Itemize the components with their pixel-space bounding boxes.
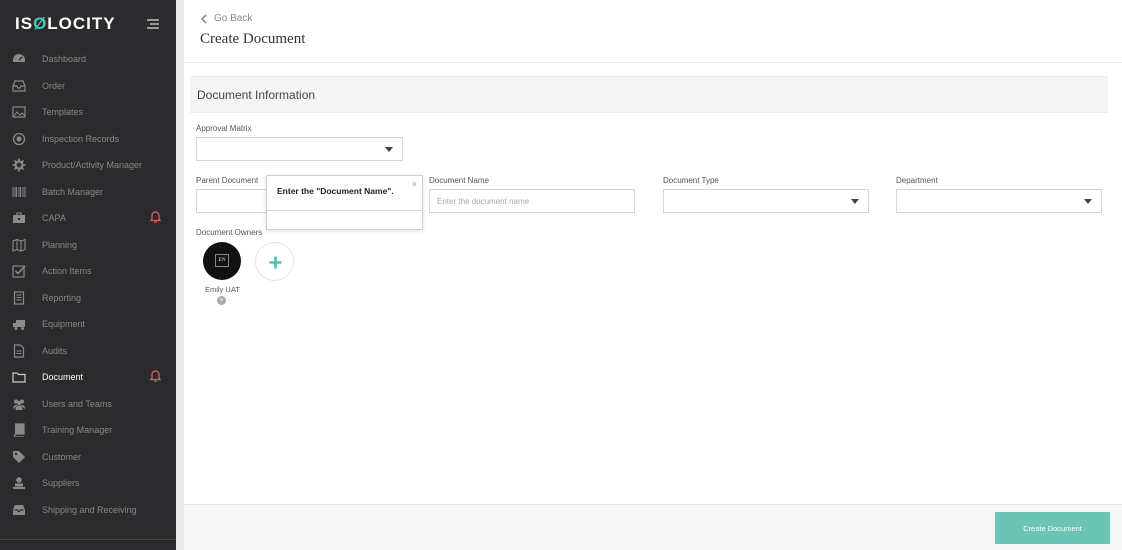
sidebar-item-audits[interactable]: Audits xyxy=(0,338,176,365)
caret-down-icon xyxy=(851,199,859,204)
approval-matrix-label: Approval Matrix xyxy=(196,124,252,133)
sidebar-item-label: Training Manager xyxy=(42,425,113,435)
tray-icon xyxy=(13,504,25,515)
section-header: Document Information xyxy=(190,76,1108,113)
caret-down-icon xyxy=(385,147,393,152)
target-icon xyxy=(12,132,26,145)
sidebar-item-planning[interactable]: Planning xyxy=(0,232,176,259)
tag-icon xyxy=(13,450,25,463)
image-icon xyxy=(12,106,26,118)
sidebar-item-dashboard[interactable]: Dashboard xyxy=(0,46,176,73)
barcode-icon xyxy=(12,186,26,197)
remove-owner-icon[interactable]: × xyxy=(217,296,226,305)
sidebar-item-training-manager[interactable]: Training Manager xyxy=(0,417,176,444)
sidebar-item-label: Inspection Records xyxy=(42,133,120,144)
approval-matrix-select[interactable] xyxy=(196,137,403,161)
validation-popover: Enter the "Document Name". × xyxy=(266,175,423,230)
sidebar-item-label: Product/Activity Manager xyxy=(42,160,143,170)
department-label: Department xyxy=(896,176,938,185)
page-header: Go Back Create Document xyxy=(184,0,1122,63)
sidebar-item-action-items[interactable]: Action Items xyxy=(0,258,176,285)
sidebar-item-label: Document xyxy=(42,372,84,382)
section-title: Document Information xyxy=(197,88,316,102)
validation-message: Enter the "Document Name". xyxy=(277,186,394,196)
document-type-label: Document Type xyxy=(663,176,719,185)
users-icon xyxy=(13,399,25,410)
logo-prefix: IS xyxy=(15,14,34,33)
bell-icon[interactable] xyxy=(150,370,161,382)
sidebar-item-label: Equipment xyxy=(42,319,86,329)
sidebar-item-inspection-records[interactable]: Inspection Records xyxy=(0,126,176,153)
document-type-select[interactable] xyxy=(663,189,869,213)
add-owner-button[interactable] xyxy=(255,242,294,281)
sidebar-item-label: Shipping and Receiving xyxy=(42,504,137,515)
bell-icon[interactable] xyxy=(150,211,161,223)
sidebar-item-equipment[interactable]: Equipment xyxy=(0,311,176,338)
go-back-link[interactable]: Go Back xyxy=(200,13,252,24)
sidebar-item-suppliers[interactable]: Suppliers xyxy=(0,470,176,497)
page-title: Create Document xyxy=(200,31,306,47)
menu-toggle-icon[interactable] xyxy=(147,19,159,29)
sidebar-item-label: Audits xyxy=(42,345,68,356)
owner-name: Emily UAT xyxy=(205,285,240,294)
logo-suffix: LOCITY xyxy=(47,14,116,33)
sidebar-item-label: Reporting xyxy=(42,292,82,303)
sidebar-nav: Dashboard Order Templates Inspection Rec… xyxy=(0,46,176,523)
create-document-button[interactable]: Create Document xyxy=(995,512,1110,544)
dashboard-icon xyxy=(13,54,25,62)
parent-document-select[interactable] xyxy=(196,189,268,213)
go-back-label: Go Back xyxy=(214,13,253,24)
sidebar-item-document[interactable]: Document xyxy=(0,364,176,391)
checkbox-icon xyxy=(12,265,26,278)
briefcase-icon xyxy=(13,212,25,223)
sidebar-item-templates[interactable]: Templates xyxy=(0,99,176,126)
sidebar-item-order[interactable]: Order xyxy=(0,73,176,100)
logo-accent: Ø xyxy=(33,14,48,33)
avatar[interactable]: EN xyxy=(203,242,241,280)
chevron-left-icon xyxy=(200,13,207,24)
sidebar-item-label: Order xyxy=(42,80,66,91)
sidebar-item-capa[interactable]: CAPA xyxy=(0,205,176,232)
sidebar-item-customer[interactable]: Customer xyxy=(0,444,176,471)
report-icon xyxy=(13,290,25,305)
layout-gutter xyxy=(176,0,184,550)
sidebar-item-users-and-teams[interactable]: Users and Teams xyxy=(0,391,176,418)
document-name-input[interactable] xyxy=(429,189,635,213)
document-owners-label: Document Owners xyxy=(196,228,263,237)
sidebar-item-label: Customer xyxy=(42,451,82,462)
sidebar-item-label: CAPA xyxy=(42,213,66,223)
sidebar-item-label: Suppliers xyxy=(42,478,80,488)
parent-document-label: Parent Document xyxy=(196,176,259,185)
sidebar-item-label: Action Items xyxy=(42,266,92,276)
brand-logo[interactable]: ISØLOCITY xyxy=(15,14,116,36)
document-name-label: Document Name xyxy=(429,176,490,185)
sidebar: ISØLOCITY Dashboard Order Templates Insp… xyxy=(0,0,176,550)
close-icon[interactable]: × xyxy=(412,179,417,189)
sidebar-item-label: Planning xyxy=(42,239,78,250)
plus-icon xyxy=(269,256,282,269)
department-select[interactable] xyxy=(896,189,1102,213)
supplier-icon xyxy=(13,477,25,489)
sidebar-item-batch-manager[interactable]: Batch Manager xyxy=(0,179,176,206)
avatar-initials: EN xyxy=(215,254,229,267)
map-icon xyxy=(12,238,26,252)
book-icon xyxy=(13,423,25,437)
sidebar-divider xyxy=(0,539,176,540)
sidebar-item-label: Batch Manager xyxy=(42,186,104,197)
sidebar-item-label: Dashboard xyxy=(42,54,87,64)
sidebar-item-shipping-and-receiving[interactable]: Shipping and Receiving xyxy=(0,497,176,524)
inbox-icon xyxy=(12,79,26,92)
document-icon xyxy=(13,343,25,358)
popover-divider xyxy=(267,210,422,211)
sidebar-item-product-activity-manager[interactable]: Product/Activity Manager xyxy=(0,152,176,179)
caret-down-icon xyxy=(1084,199,1092,204)
gear-icon xyxy=(12,158,26,172)
sidebar-item-label: Users and Teams xyxy=(42,398,112,409)
sidebar-item-label: Templates xyxy=(42,107,84,117)
page-footer xyxy=(184,504,1122,550)
sidebar-item-reporting[interactable]: Reporting xyxy=(0,285,176,312)
folder-icon xyxy=(12,372,26,383)
truck-icon xyxy=(13,320,25,330)
